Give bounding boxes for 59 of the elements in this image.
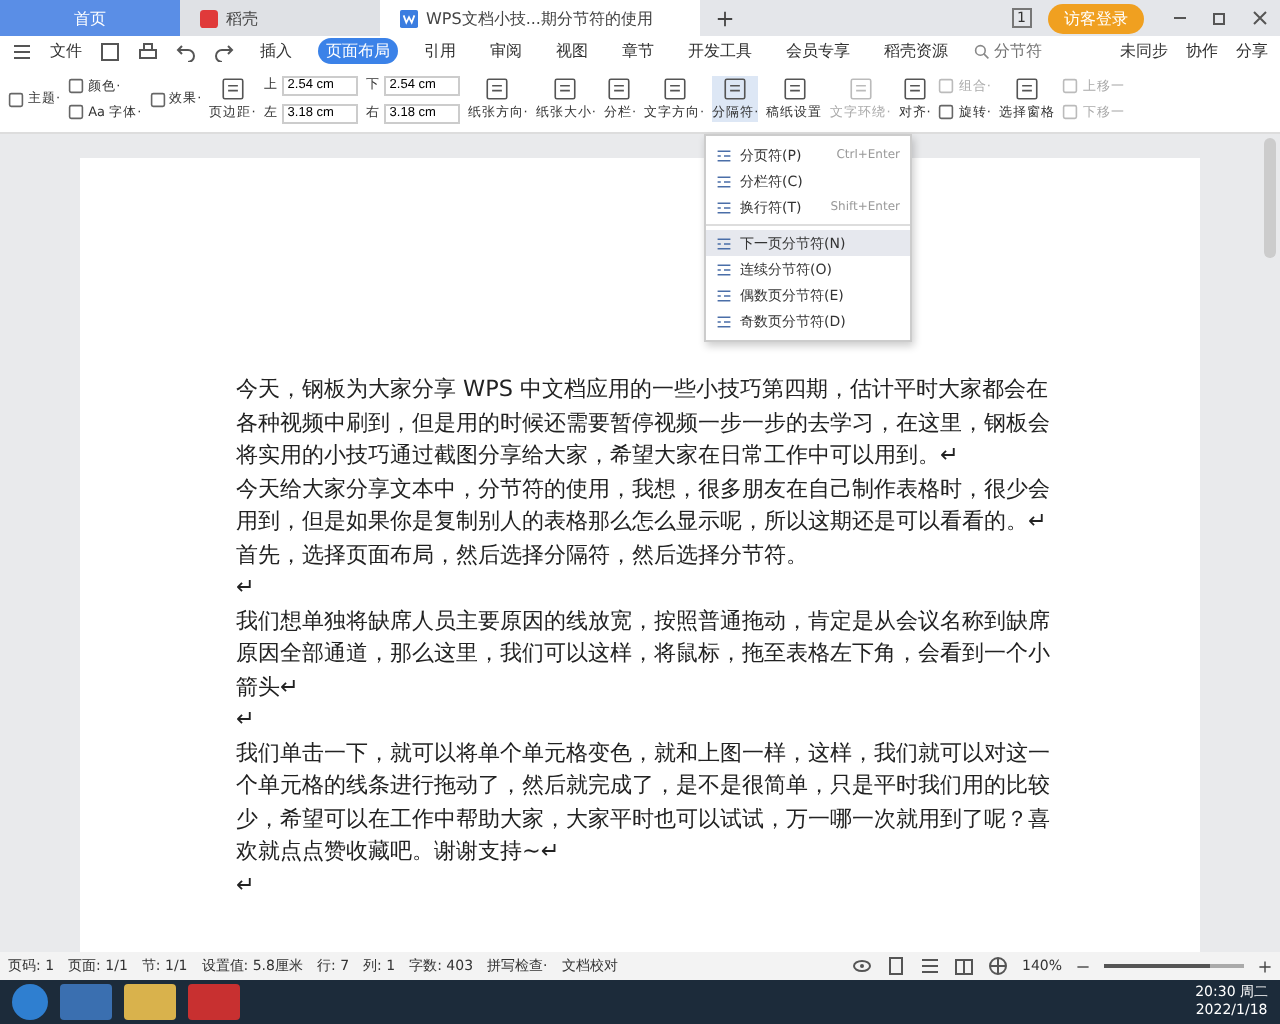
break-icon — [716, 147, 732, 163]
tool-icon — [484, 76, 511, 102]
page-view-icon[interactable] — [885, 956, 906, 976]
break-icon — [716, 199, 732, 215]
paragraph: 今天，钢板为大家分享 WPS 中文档应用的一些小技巧第四期，估计平时大家都会在各种视频中刷到，但是用的时候还需要暂停视频一步一步的去学习，在这里，钢板会将实用的小技巧通过截图分享给大家，希望大家在日常工作中可以用到。↵ — [236, 374, 1052, 472]
ribbon-tab[interactable]: 插入 — [252, 38, 300, 64]
print-icon[interactable] — [138, 41, 158, 61]
break-icon — [716, 173, 732, 189]
undo-icon[interactable] — [176, 41, 196, 61]
search-icon — [974, 43, 990, 59]
paragraph: 首先，选择页面布局，然后选择分隔符，然后选择分节符。 — [236, 539, 810, 571]
eye-icon[interactable] — [851, 956, 872, 976]
tool-icon — [8, 91, 24, 107]
tool-icon — [661, 76, 688, 102]
document-tab[interactable]: 稻壳 — [180, 0, 380, 36]
paragraph: ↵ — [236, 869, 257, 901]
ribbon-tab[interactable]: 会员专享 — [778, 38, 858, 64]
zoom-in-icon[interactable] — [1258, 959, 1272, 973]
paragraph: 今天给大家分享文本中，分节符的使用，我想，很多朋友在自己制作表格时，很少会用到，但是如果你是复制别人的表格那么怎么显示呢，所以这期还是可以看看的。↵ — [236, 473, 1052, 538]
ribbon-tab[interactable]: 章节 — [614, 38, 662, 64]
paragraph: 我们单击一下，就可以将单个单元格变色，就和上图一样，这样，我们就可以对这一个单元格的线条进行拖动了，然后就完成了，是不是很简单，只是平时我们用的比较少，希望可以在工作中帮助大家，大家平时也可以试试，万一哪一次就用到了呢？喜欢就点点赞收藏吧。谢谢支持~↵ — [236, 737, 1052, 868]
file-menu[interactable]: 文件 — [50, 40, 82, 62]
tool-icon — [847, 76, 874, 102]
tool-icon — [722, 76, 749, 102]
scrollbar[interactable] — [1264, 138, 1276, 258]
tool-icon — [219, 76, 246, 102]
tool-icon — [606, 76, 633, 102]
tool-icon — [901, 76, 928, 102]
break-icon — [716, 235, 732, 251]
document-tab[interactable]: WPS文档小技...期分节符的使用 — [380, 0, 700, 36]
restore-icon[interactable] — [1210, 8, 1230, 28]
tool-icon — [1013, 76, 1040, 102]
paragraph: 我们想单独将缺席人员主要原因的线放宽，按照普通拖动，肯定是从会议名称到缺席原因全部通道，那么这里，我们可以这样，将鼠标，拖至表格左下角，会看到一个小箭头↵ — [236, 605, 1052, 703]
toolbar-action[interactable]: 未同步 — [1120, 40, 1168, 62]
ribbon-tab[interactable]: 审阅 — [482, 38, 530, 64]
break-icon — [716, 261, 732, 277]
ribbon-tab[interactable]: 引用 — [416, 38, 464, 64]
paragraph: ↵ — [236, 572, 257, 604]
document-icon — [400, 9, 418, 27]
tool-icon — [781, 76, 808, 102]
redo-icon[interactable] — [214, 41, 234, 61]
close-icon[interactable] — [1250, 8, 1270, 28]
ribbon-tab[interactable]: 页面布局 — [318, 38, 398, 64]
outline-icon[interactable] — [919, 956, 940, 976]
globe-icon[interactable] — [987, 956, 1008, 976]
start-button[interactable] — [12, 984, 48, 1020]
ribbon-tab[interactable]: 视图 — [548, 38, 596, 64]
menu-icon[interactable] — [12, 41, 32, 61]
paragraph: ↵ — [236, 704, 257, 736]
new-tab-icon[interactable] — [716, 9, 734, 27]
tool-icon — [149, 91, 166, 107]
book-icon[interactable] — [953, 956, 974, 976]
tool-icon — [552, 76, 579, 102]
break-icon — [716, 287, 732, 303]
toolbar-action[interactable]: 分享 — [1236, 40, 1268, 62]
ribbon-tab[interactable]: 稻壳资源 — [876, 38, 956, 64]
break-icon — [716, 313, 732, 329]
ribbon-tab[interactable]: 开发工具 — [680, 38, 760, 64]
toolbar-action[interactable]: 协作 — [1186, 40, 1218, 62]
